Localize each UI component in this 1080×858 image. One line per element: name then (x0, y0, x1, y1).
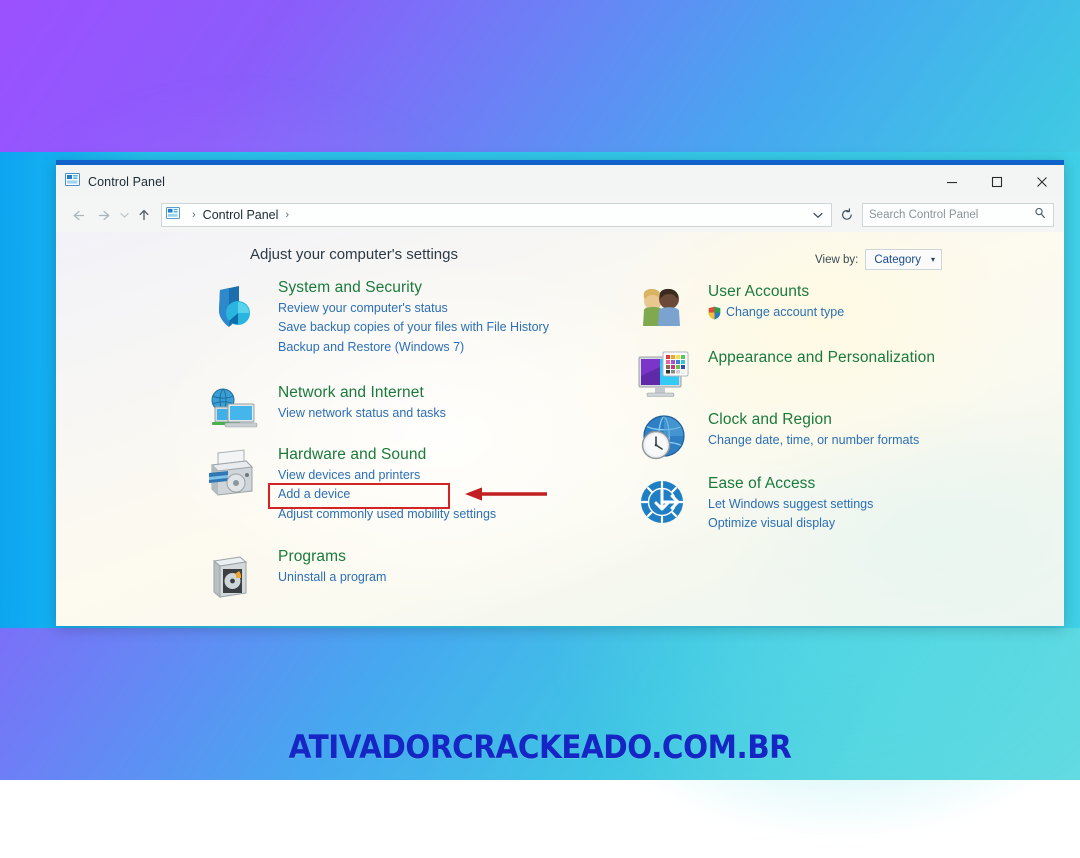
category-title[interactable]: Ease of Access (708, 474, 815, 495)
network-globe-monitor-icon (206, 385, 264, 443)
category-appearance-and-personalization: Appearance and Personalization (636, 348, 935, 397)
category-user-accounts: User Accounts Change account type (636, 282, 844, 326)
monitor-palette-icon (636, 350, 694, 408)
uac-shield-icon (708, 306, 721, 320)
category-network-and-internet: Network and Internet View network status… (206, 383, 446, 428)
window-title-bar[interactable]: Control Panel (56, 165, 1064, 198)
control-panel-window: Control Panel › Control Panel › Search C… (56, 160, 1064, 626)
category-body: Appearance and Personalization (708, 348, 935, 369)
category-system-and-security: System and Security Review your computer… (206, 278, 549, 357)
category-title[interactable]: Appearance and Personalization (708, 348, 935, 369)
category-body: Network and Internet View network status… (278, 383, 446, 423)
search-placeholder: Search Control Panel (869, 209, 979, 221)
view-by-control: View by: Category ▾ (815, 249, 942, 270)
category-title[interactable]: Hardware and Sound (278, 445, 426, 466)
close-button[interactable] (1019, 165, 1064, 198)
watermark-text: ATIVADORCRACKEADO.COM.BR (288, 728, 792, 766)
view-by-select[interactable]: Category ▾ (865, 249, 942, 270)
category-title[interactable]: Programs (278, 547, 346, 568)
link-view-network-status[interactable]: View network status and tasks (278, 404, 446, 423)
link-label: Change account type (726, 304, 845, 319)
forward-button[interactable] (91, 202, 117, 228)
page-title: Adjust your computer's settings (250, 246, 458, 263)
window-title: Control Panel (88, 174, 166, 189)
breadcrumb-separator-2[interactable]: › (285, 209, 289, 221)
category-title[interactable]: User Accounts (708, 282, 809, 303)
user-accounts-people-icon (636, 284, 694, 342)
breadcrumb-separator-1: › (192, 209, 196, 221)
arrow-left-pointer-icon (465, 487, 547, 501)
chevron-down-icon[interactable] (813, 206, 823, 224)
recent-locations-button[interactable] (117, 202, 131, 228)
back-button[interactable] (65, 202, 91, 228)
search-icon[interactable] (1034, 206, 1046, 224)
category-hardware-and-sound: Hardware and Sound View devices and prin… (206, 445, 496, 524)
link-uninstall-a-program[interactable]: Uninstall a program (278, 568, 386, 587)
window-caption-buttons (929, 165, 1064, 198)
category-ease-of-access: Ease of Access Let Windows suggest setti… (636, 474, 873, 534)
category-title[interactable]: System and Security (278, 278, 422, 299)
search-input[interactable]: Search Control Panel (862, 203, 1054, 227)
link-let-windows-suggest-settings[interactable]: Let Windows suggest settings (708, 495, 873, 514)
category-title[interactable]: Network and Internet (278, 383, 424, 404)
category-body: System and Security Review your computer… (278, 278, 549, 357)
control-panel-icon (166, 206, 180, 224)
link-change-account-type[interactable]: Change account type (708, 303, 844, 322)
category-body: Ease of Access Let Windows suggest setti… (708, 474, 873, 534)
link-file-history[interactable]: Save backup copies of your files with Fi… (278, 318, 549, 337)
chevron-down-icon: ▾ (930, 255, 935, 264)
maximize-button[interactable] (974, 165, 1019, 198)
shield-icon (206, 280, 264, 338)
minimize-button[interactable] (929, 165, 974, 198)
category-body: Programs Uninstall a program (278, 547, 386, 587)
content-header-row: Adjust your computer's settings View by:… (56, 246, 1064, 272)
category-clock-and-region: Clock and Region Change date, time, or n… (636, 410, 919, 460)
ease-of-access-icon (636, 476, 694, 534)
view-by-label: View by: (815, 253, 859, 266)
category-title[interactable]: Clock and Region (708, 410, 832, 431)
link-optimize-visual-display[interactable]: Optimize visual display (708, 514, 873, 533)
address-bar: › Control Panel › Search Control Panel (56, 198, 1064, 232)
category-body: Clock and Region Change date, time, or n… (708, 410, 919, 450)
link-view-devices-and-printers[interactable]: View devices and printers (278, 466, 496, 485)
link-mobility-settings[interactable]: Adjust commonly used mobility settings (278, 505, 496, 524)
control-panel-content: Adjust your computer's settings View by:… (56, 232, 1064, 626)
link-backup-restore[interactable]: Backup and Restore (Windows 7) (278, 338, 549, 357)
control-panel-icon (65, 172, 80, 191)
clock-globe-icon (636, 412, 694, 470)
breadcrumb-item-control-panel[interactable]: Control Panel (203, 208, 279, 222)
category-programs: Programs Uninstall a program (206, 547, 386, 599)
up-one-level-button[interactable] (131, 202, 157, 228)
programs-disc-icon (206, 549, 264, 607)
link-review-status[interactable]: Review your computer's status (278, 299, 549, 318)
printer-icon (206, 447, 264, 505)
link-change-date-time-formats[interactable]: Change date, time, or number formats (708, 431, 919, 450)
view-by-value: Category (874, 253, 921, 266)
refresh-button[interactable] (835, 203, 859, 227)
breadcrumb[interactable]: › Control Panel › (161, 203, 832, 227)
category-body: User Accounts Change account type (708, 282, 844, 322)
